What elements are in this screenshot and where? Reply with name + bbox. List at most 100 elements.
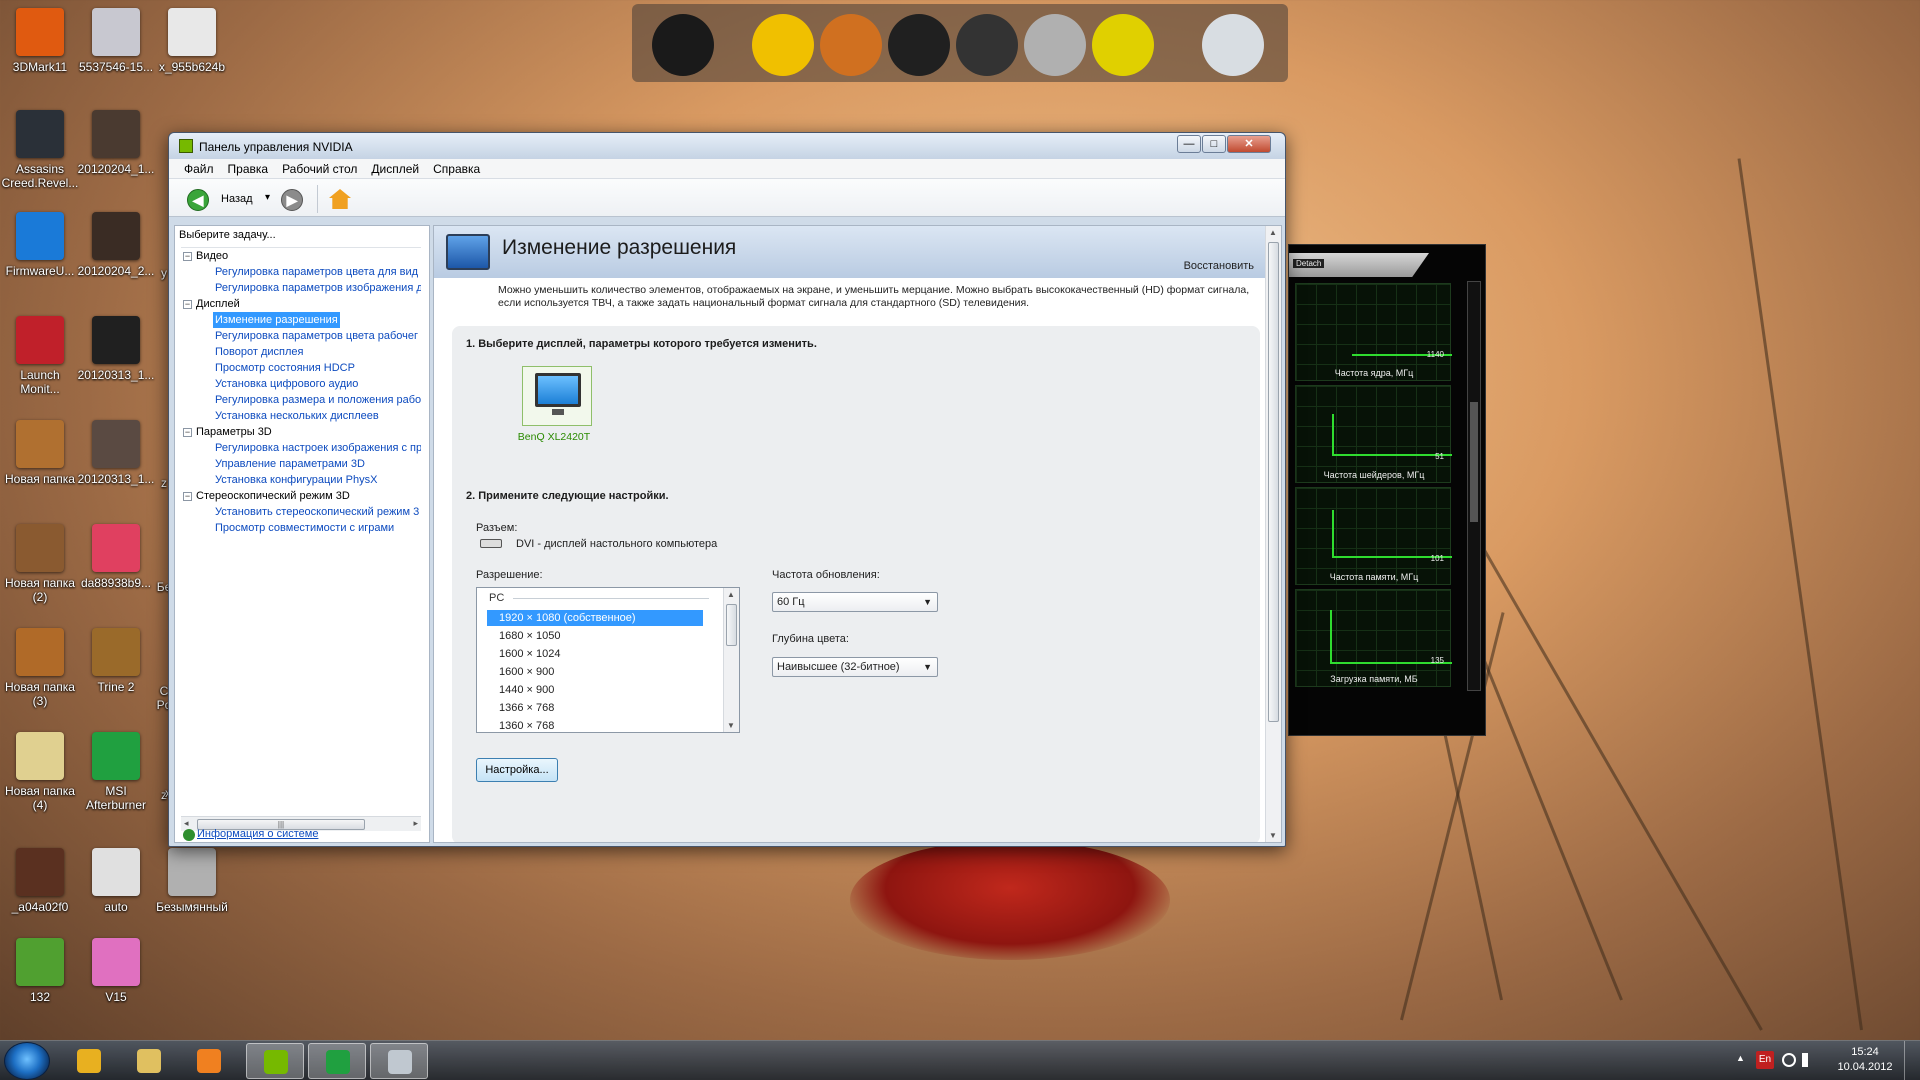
desktop-icon[interactable]: 20120204_1...	[76, 110, 156, 176]
resolution-option[interactable]: 1600 × 900	[487, 664, 703, 680]
desktop-icon[interactable]: Новая папка	[0, 420, 80, 486]
resolution-option[interactable]: 1920 × 1080 (собственное)	[487, 610, 703, 626]
desktop-icon[interactable]: Trine 2	[76, 628, 156, 694]
resolution-option[interactable]: 1680 × 1050	[487, 628, 703, 644]
desktop-icon[interactable]: FirmwareU...	[0, 212, 80, 278]
tree-item[interactable]: Поворот дисплея	[181, 344, 421, 360]
taskbar-app-button[interactable]	[180, 1043, 238, 1079]
resolution-option[interactable]: 1360 × 768	[487, 718, 703, 732]
network-icon[interactable]	[1782, 1053, 1796, 1067]
tree-item[interactable]: Просмотр совместимости с играми	[181, 520, 421, 536]
resolution-option[interactable]: 1440 × 900	[487, 682, 703, 698]
home-icon[interactable]	[329, 189, 351, 209]
graph-trace	[1332, 414, 1452, 456]
system-info-link[interactable]: Информация о системе	[197, 828, 318, 840]
tree-category[interactable]: − Видео	[181, 248, 421, 264]
desktop-icon[interactable]: x_955b624b	[152, 8, 232, 74]
tree-item[interactable]: Управление параметрами 3D	[181, 456, 421, 472]
menu-item[interactable]: Справка	[426, 159, 487, 178]
resolution-list[interactable]: PC ▲ ▼ 1920 × 1080 (собственное) 1680 × 1…	[476, 587, 740, 733]
refresh-rate-select[interactable]: 60 Гц ▼	[772, 592, 938, 612]
desktop-icon[interactable]: auto	[76, 848, 156, 914]
menu-item[interactable]: Рабочий стол	[275, 159, 364, 178]
desktop-icon[interactable]: 5537546-15...	[76, 8, 156, 74]
maximize-button[interactable]: □	[1202, 135, 1226, 153]
photos-icon[interactable]	[820, 14, 882, 76]
customize-button[interactable]: Настройка...	[476, 758, 558, 782]
tree-item[interactable]: Регулировка параметров изображения д	[181, 280, 421, 296]
desktop-icon[interactable]: 20120313_1...	[76, 420, 156, 486]
menu-item[interactable]: Файл	[177, 159, 221, 178]
speaker-icon[interactable]	[956, 14, 1018, 76]
afterburner-scrollbar[interactable]	[1467, 281, 1481, 691]
language-indicator[interactable]: En	[1756, 1051, 1774, 1069]
detach-button[interactable]: Detach	[1293, 259, 1325, 268]
taskbar-app-button[interactable]	[308, 1043, 366, 1079]
menu-item[interactable]: Правка	[221, 159, 276, 178]
desktop-icon[interactable]: Новая папка (3)	[0, 628, 80, 708]
resolution-option[interactable]: 1600 × 1024	[487, 646, 703, 662]
desktop-icon[interactable]: Assasins Creed.Revel...	[0, 110, 80, 190]
color-depth-select[interactable]: Наивысшее (32-битное) ▼	[772, 657, 938, 677]
desktop-icon[interactable]: 132	[0, 938, 80, 1004]
show-hidden-icons[interactable]: ▲	[1736, 1053, 1745, 1080]
taskbar-app-button[interactable]	[246, 1043, 304, 1079]
radiation-icon[interactable]	[1092, 14, 1154, 76]
tree-category[interactable]: − Стереоскопический режим 3D	[181, 488, 421, 504]
tree-item[interactable]: Установка конфигурации PhysX	[181, 472, 421, 488]
display-selector[interactable]	[522, 366, 592, 426]
road-sign-icon[interactable]	[752, 14, 814, 76]
collapse-icon[interactable]: −	[183, 252, 192, 261]
tree-item[interactable]: Просмотр состояния HDCP	[181, 360, 421, 376]
tree-category[interactable]: − Дисплей	[181, 296, 421, 312]
display-name[interactable]: BenQ XL2420T	[504, 431, 604, 443]
tree-item[interactable]: Установка цифрового аудио	[181, 376, 421, 392]
tree-item[interactable]: Регулировка настроек изображения с пр	[181, 440, 421, 456]
desktop-icon[interactable]: _a04a02f0	[0, 848, 80, 914]
tree-item[interactable]: Установка нескольких дисплеев	[181, 408, 421, 424]
desktop-icon[interactable]: Безымянный	[152, 848, 232, 914]
desktop-icon[interactable]: da88938b9...	[76, 524, 156, 590]
resolution-option[interactable]: 1366 × 768	[487, 700, 703, 716]
desktop-icon[interactable]: MSI Afterburner	[76, 732, 156, 812]
desktop-icon[interactable]: 20120313_1...	[76, 316, 156, 382]
content-scrollbar[interactable]: ▲ ▼	[1265, 226, 1281, 842]
desktop-icon[interactable]: 20120204_2...	[76, 212, 156, 278]
desktop-icon[interactable]: 3DMark11	[0, 8, 80, 74]
back-label[interactable]: Назад	[221, 193, 253, 205]
show-desktop-button[interactable]	[1904, 1041, 1920, 1080]
history-dropdown-icon[interactable]: ▾	[265, 192, 270, 203]
tree-item[interactable]: Регулировка параметров цвета рабочег	[181, 328, 421, 344]
menu-item[interactable]: Дисплей	[364, 159, 426, 178]
tree-item-selected[interactable]: Изменение разрешения	[181, 312, 421, 328]
volume-icon[interactable]	[1802, 1053, 1816, 1067]
resolution-list-scrollbar[interactable]: ▲ ▼	[723, 588, 739, 732]
minimize-button[interactable]: —	[1177, 135, 1201, 153]
tree-category[interactable]: − Параметры 3D	[181, 424, 421, 440]
taskbar-app-button[interactable]	[120, 1043, 178, 1079]
title-bar[interactable]: Панель управления NVIDIA — □ ✕	[169, 133, 1285, 159]
start-button[interactable]	[4, 1042, 50, 1080]
taskbar-app-button[interactable]	[370, 1043, 428, 1079]
collapse-icon[interactable]: −	[183, 300, 192, 309]
restore-defaults-link[interactable]: Восстановить	[1184, 260, 1254, 272]
film-reel-icon[interactable]	[888, 14, 950, 76]
desktop-icon[interactable]: Launch Monit...	[0, 316, 80, 396]
tree-item[interactable]: Регулировка параметров цвета для вид	[181, 264, 421, 280]
clock[interactable]: 15:24 10.04.2012	[1830, 1045, 1900, 1075]
desktop-icon[interactable]: V15	[76, 938, 156, 1004]
tree-item[interactable]: Установить стереоскопический режим 3	[181, 504, 421, 520]
desktop-icon-image	[92, 848, 140, 896]
tools-icon[interactable]	[1024, 14, 1086, 76]
forward-arrow-icon[interactable]: ▶	[281, 189, 303, 211]
collapse-icon[interactable]: −	[183, 428, 192, 437]
taskbar-app-button[interactable]	[60, 1043, 118, 1079]
trash-icon[interactable]	[1202, 14, 1264, 76]
close-button[interactable]: ✕	[1227, 135, 1271, 153]
tree-item[interactable]: Регулировка размера и положения рабо	[181, 392, 421, 408]
monitor-icon[interactable]	[652, 14, 714, 76]
desktop-icon[interactable]: Новая папка (4)	[0, 732, 80, 812]
back-arrow-icon[interactable]: ◀	[187, 189, 209, 211]
collapse-icon[interactable]: −	[183, 492, 192, 501]
desktop-icon[interactable]: Новая папка (2)	[0, 524, 80, 604]
